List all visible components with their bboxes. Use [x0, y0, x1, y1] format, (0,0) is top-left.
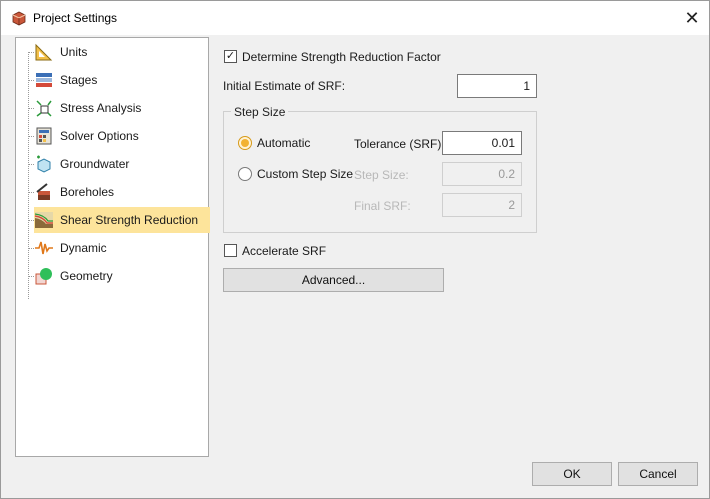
tree-item-label: Units — [60, 45, 88, 59]
tree-item-dynamic[interactable]: Dynamic — [28, 235, 210, 261]
final-srf-label: Final SRF: — [354, 199, 411, 213]
advanced-button[interactable]: Advanced... — [223, 268, 444, 292]
stages-icon — [34, 70, 54, 90]
dynamic-icon — [34, 238, 54, 258]
tree-item-label: Shear Strength Reduction — [60, 213, 199, 227]
accelerate-srf-label: Accelerate SRF — [242, 244, 327, 258]
tree-item-geometry[interactable]: Geometry — [28, 263, 210, 289]
tree-item-label: Groundwater — [60, 157, 130, 171]
automatic-radio[interactable] — [238, 136, 252, 150]
step-size-value-label: Step Size: — [354, 168, 409, 182]
tree-item-stress-analysis[interactable]: Stress Analysis — [28, 95, 210, 121]
tree-item-groundwater[interactable]: Groundwater — [28, 151, 210, 177]
custom-step-size-label: Custom Step Size — [257, 167, 354, 181]
settings-tree: Units Stages Stress Analysis Solver Opti… — [15, 37, 210, 457]
window-title: Project Settings — [33, 11, 118, 25]
tree-item-solver-options[interactable]: Solver Options — [28, 123, 210, 149]
automatic-label: Automatic — [257, 136, 311, 150]
title-bar: Project Settings ✕ — [1, 1, 709, 35]
initial-srf-input[interactable]: 1 — [457, 74, 537, 98]
tree-item-label: Dynamic — [60, 241, 107, 255]
tree-item-stages[interactable]: Stages — [28, 67, 210, 93]
app-icon — [11, 10, 27, 26]
tolerance-input[interactable]: 0.01 — [442, 131, 522, 155]
ok-button[interactable]: OK — [532, 462, 612, 486]
tree-item-shear-strength-reduction[interactable]: Shear Strength Reduction — [28, 207, 210, 233]
stress-analysis-icon — [34, 98, 54, 118]
final-srf-input[interactable]: 2 — [442, 193, 522, 217]
determine-srf-label: Determine Strength Reduction Factor — [242, 50, 441, 64]
geometry-icon — [34, 266, 54, 286]
determine-srf-checkbox[interactable]: ✓ — [224, 50, 237, 63]
checkmark-icon: ✓ — [225, 50, 236, 62]
tree-item-label: Geometry — [60, 269, 113, 283]
step-size-title: Step Size — [231, 105, 289, 119]
cancel-button[interactable]: Cancel — [618, 462, 698, 486]
accelerate-srf-checkbox[interactable] — [224, 244, 237, 257]
shear-strength-reduction-icon — [34, 210, 54, 230]
units-icon — [34, 42, 54, 62]
tolerance-label: Tolerance (SRF): — [354, 137, 445, 151]
step-size-input[interactable]: 0.2 — [442, 162, 522, 186]
tree-item-units[interactable]: Units — [28, 39, 210, 65]
tree-item-label: Stages — [60, 73, 98, 87]
close-icon: ✕ — [684, 7, 700, 28]
groundwater-icon — [34, 154, 54, 174]
boreholes-icon — [34, 182, 54, 202]
solver-options-icon — [34, 126, 54, 146]
tree-connector — [28, 52, 29, 299]
tree-item-label: Solver Options — [60, 129, 139, 143]
tree-item-boreholes[interactable]: Boreholes — [28, 179, 210, 205]
tree-item-label: Boreholes — [60, 185, 115, 199]
close-button[interactable]: ✕ — [675, 1, 709, 35]
initial-srf-label: Initial Estimate of SRF: — [223, 79, 346, 93]
project-settings-dialog: Project Settings ✕ Units Stages Stress A… — [0, 0, 710, 499]
custom-step-size-radio[interactable] — [238, 167, 252, 181]
tree-item-label: Stress Analysis — [60, 101, 142, 115]
